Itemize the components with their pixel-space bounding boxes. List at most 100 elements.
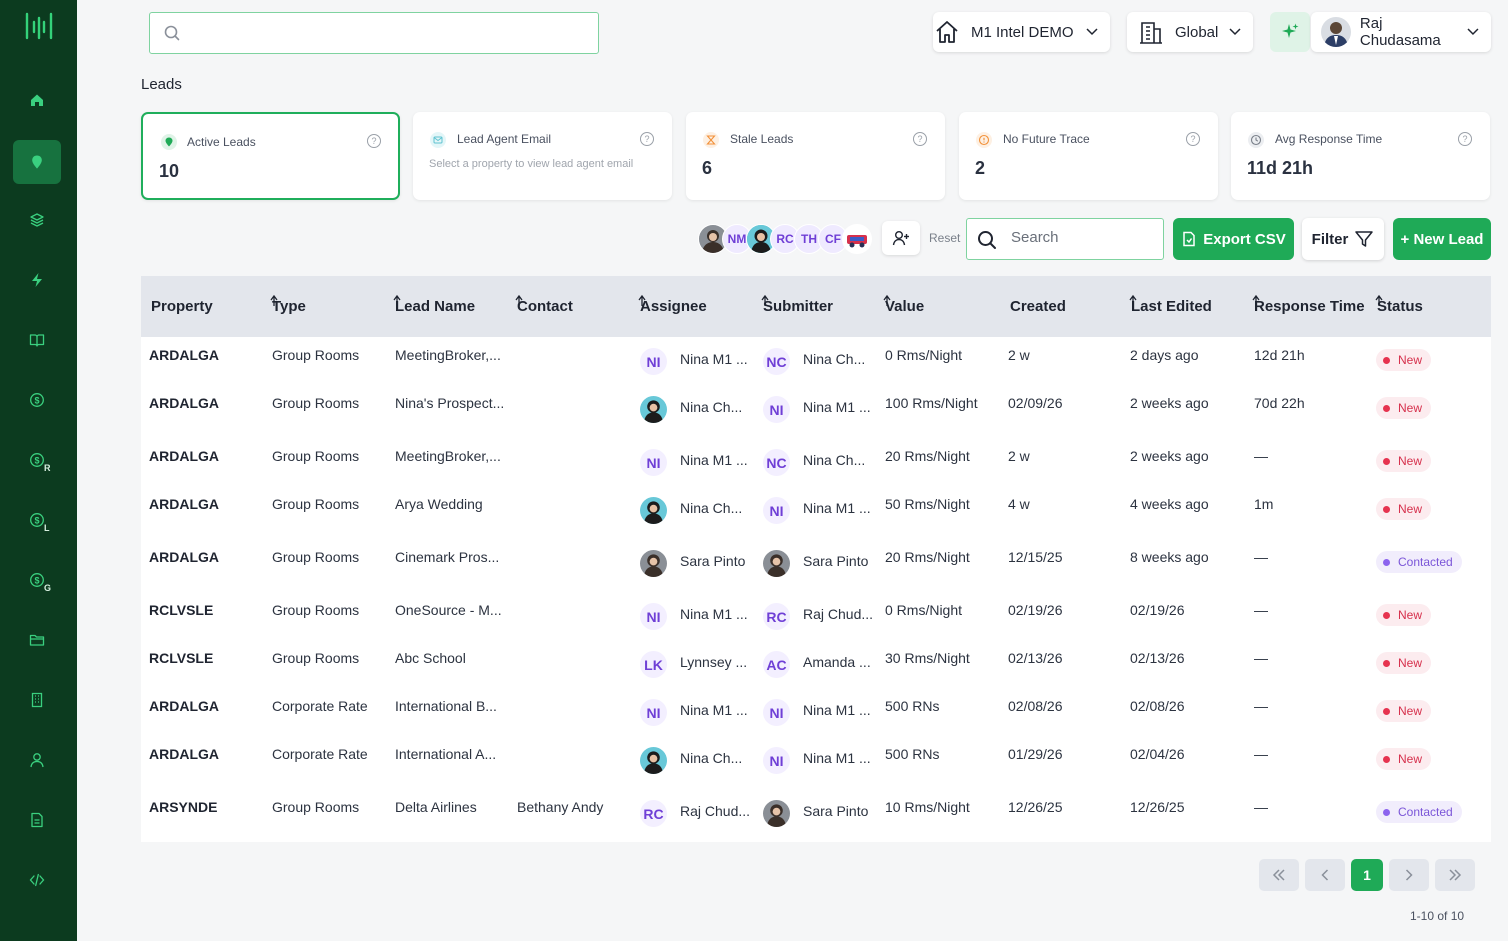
status-dot [1383, 755, 1390, 763]
export-csv-button[interactable]: Export CSV [1173, 218, 1294, 260]
column-header-created[interactable]: Created [1010, 298, 1066, 315]
status-label: New [1398, 454, 1423, 468]
dollar-g-icon: $ [30, 573, 44, 587]
cell-submitter: Sara Pinto [803, 553, 869, 569]
sidebar-item-leads[interactable] [13, 140, 61, 184]
sidebar-item-bolt[interactable] [13, 258, 61, 302]
active-leads-card[interactable]: Active Leads ? 10 [141, 112, 400, 200]
prev-page-button[interactable] [1305, 859, 1345, 891]
avg-response-time-card[interactable]: Avg Response Time ? 11d 21h [1231, 112, 1490, 200]
sidebar-item-dollar[interactable]: $ [13, 378, 61, 422]
cell-lead-name: Abc School [395, 650, 466, 666]
column-header-property[interactable]: Property [151, 298, 213, 315]
cell-assignee: Lynnsey ... [680, 654, 748, 670]
chevron-down-icon [1229, 28, 1241, 36]
sidebar-item-dollar-r[interactable]: $ R [13, 438, 61, 482]
ai-assistant-button[interactable] [1270, 12, 1310, 52]
status-badge: New [1376, 498, 1432, 520]
cell-last-edited: 12/26/25 [1130, 799, 1185, 815]
scope-select-value: Global [1175, 23, 1219, 41]
no-future-trace-card[interactable]: No Future Trace ? 2 [959, 112, 1218, 200]
cell-assignee: Raj Chud... [680, 803, 751, 819]
avatar-initials: NI [763, 699, 790, 726]
cell-response-time: — [1254, 698, 1268, 714]
status-dot [1383, 808, 1390, 816]
column-header-contact[interactable]: Contact [515, 294, 573, 315]
status-badge: New [1376, 450, 1432, 472]
chevrons-left-icon [1272, 869, 1285, 881]
status-label: New [1398, 353, 1423, 367]
cell-response-time: 1m [1254, 496, 1274, 512]
column-header-value[interactable]: Value [883, 294, 924, 315]
filter-button[interactable]: Filter [1302, 218, 1384, 260]
cell-lead-name: MeetingBroker,... [395, 448, 501, 464]
avatar [640, 497, 667, 524]
sidebar-item-code[interactable] [13, 858, 61, 902]
sidebar-item-dollar-l[interactable]: $ L [13, 498, 61, 542]
sort-icon [883, 294, 891, 306]
column-header-status[interactable]: Status [1375, 294, 1423, 315]
user-menu[interactable]: Raj Chudasama [1311, 12, 1491, 52]
table-search-input[interactable] [1011, 229, 1151, 246]
column-header-last-edited[interactable]: Last Edited [1129, 294, 1212, 315]
sidebar-item-book[interactable] [13, 318, 61, 362]
cell-lead-name: MeetingBroker,... [395, 347, 501, 363]
status-label: New [1398, 656, 1423, 670]
reset-link[interactable]: Reset [929, 231, 960, 245]
cell-lead-name: Nina's Prospect... [395, 395, 505, 411]
sidebar-item-file[interactable] [13, 798, 61, 842]
status-label: New [1398, 704, 1423, 718]
cell-type: Group Rooms [272, 448, 360, 464]
sidebar-item-layers[interactable] [13, 198, 61, 242]
help-icon[interactable]: ? [640, 132, 654, 146]
last-page-button[interactable] [1435, 859, 1475, 891]
help-icon[interactable]: ? [1458, 132, 1472, 146]
avatar-initials: NI [763, 747, 790, 774]
cell-submitter: Amanda ... [803, 654, 871, 670]
clock-icon [1248, 132, 1264, 148]
new-lead-button[interactable]: + New Lead [1393, 218, 1491, 260]
avatar-initials: NI [640, 449, 667, 476]
alert-circle-icon [976, 132, 992, 148]
sidebar-item-dollar-g[interactable]: $ G [13, 558, 61, 602]
svg-text:$: $ [34, 515, 39, 525]
assign-user-button[interactable] [882, 221, 920, 255]
property-select[interactable]: M1 Intel DEMO [933, 12, 1110, 52]
cell-assignee: Nina M1 ... [680, 606, 748, 622]
help-icon[interactable]: ? [913, 132, 927, 146]
help-icon[interactable]: ? [367, 134, 381, 148]
cell-type: Group Rooms [272, 799, 360, 815]
cell-property: ARDALGA [149, 496, 219, 512]
cell-value: 0 Rms/Night [885, 347, 963, 363]
avatar-initials: NI [763, 497, 790, 524]
avatar[interactable] [842, 224, 872, 254]
page-button-current[interactable]: 1 [1351, 859, 1383, 891]
sidebar-item-home[interactable] [13, 78, 61, 122]
table-search[interactable] [966, 218, 1164, 260]
sidebar-item-folder[interactable] [13, 618, 61, 662]
next-page-button[interactable] [1389, 859, 1429, 891]
chevrons-right-icon [1449, 869, 1462, 881]
first-page-button[interactable] [1259, 859, 1299, 891]
column-header-lead-name[interactable]: Lead Name [393, 294, 475, 315]
lead-agent-email-card[interactable]: Lead Agent Email ? Select a property to … [413, 112, 672, 200]
cell-created: 12/15/25 [1008, 549, 1063, 565]
status-label: New [1398, 401, 1423, 415]
cell-last-edited: 02/08/26 [1130, 698, 1185, 714]
leads-icon [32, 155, 42, 169]
chevron-down-icon [1467, 28, 1479, 36]
sidebar-item-user[interactable] [13, 738, 61, 782]
column-header-submitter[interactable]: Submitter [761, 294, 833, 315]
cell-response-time: — [1254, 746, 1268, 762]
card-value: 2 [975, 158, 986, 178]
scope-select[interactable]: Global [1127, 12, 1253, 52]
global-search-input[interactable] [149, 12, 599, 54]
dollar-l-icon: $ [30, 513, 44, 527]
sidebar-item-building[interactable] [13, 678, 61, 722]
column-header-assignee[interactable]: Assignee [638, 294, 707, 315]
stale-leads-card[interactable]: Stale Leads ? 6 [686, 112, 945, 200]
status-label: New [1398, 752, 1423, 766]
column-header-type[interactable]: Type [270, 294, 306, 315]
column-header-response-time[interactable]: Response Time [1252, 294, 1365, 315]
help-icon[interactable]: ? [1186, 132, 1200, 146]
